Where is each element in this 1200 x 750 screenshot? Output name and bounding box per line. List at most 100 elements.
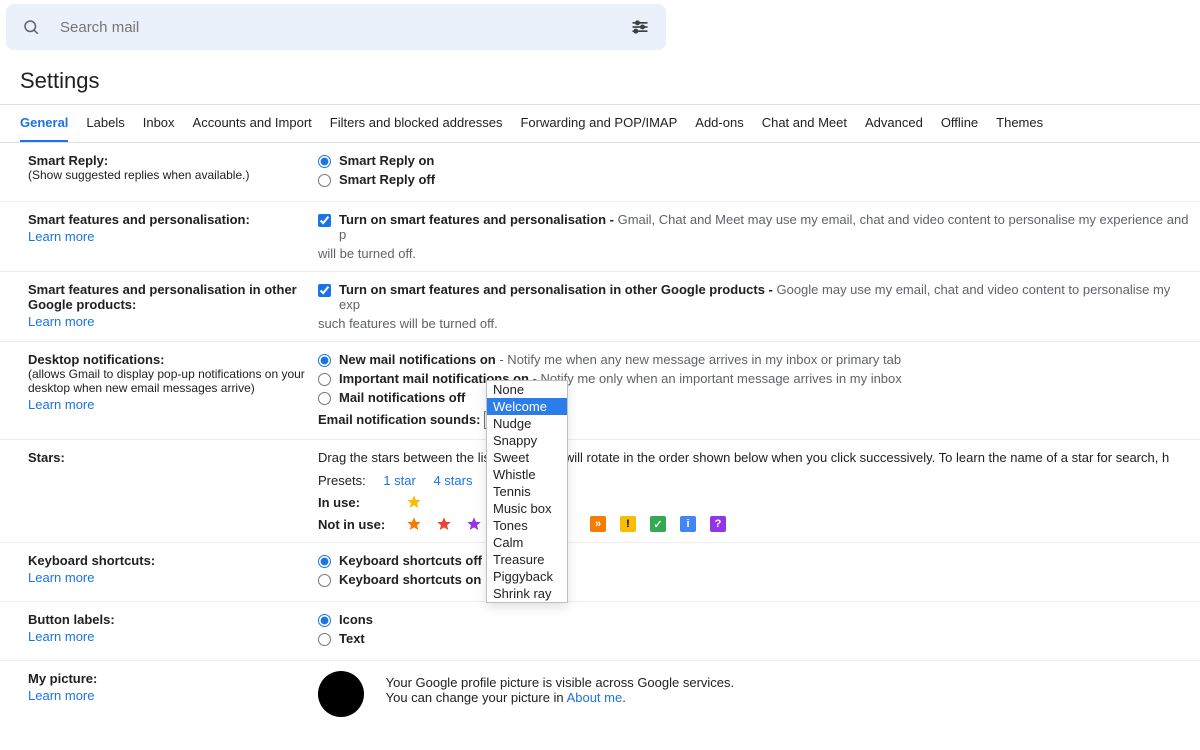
tab-offline[interactable]: Offline: [941, 105, 978, 142]
important-notif-radio[interactable]: [318, 373, 331, 386]
green-check-icon[interactable]: ✓: [650, 516, 666, 532]
tab-forwarding[interactable]: Forwarding and POP/IMAP: [520, 105, 677, 142]
smart-features-checkbox[interactable]: [318, 214, 331, 227]
sound-option[interactable]: Piggyback: [487, 568, 567, 585]
kbshort-on-radio[interactable]: [318, 574, 331, 587]
mypic-dot: .: [622, 690, 626, 705]
sound-option[interactable]: Music box: [487, 500, 567, 517]
tab-accounts[interactable]: Accounts and Import: [193, 105, 312, 142]
preset-4stars[interactable]: 4 stars: [433, 473, 472, 488]
tab-general[interactable]: General: [20, 105, 68, 142]
orange-arrows-icon[interactable]: »: [590, 516, 606, 532]
btnlabels-text-label: Text: [339, 631, 365, 646]
important-notif-tail: - Notify me only when an important messa…: [529, 371, 902, 386]
smart-features-cb-label: Turn on smart features and personalisati…: [339, 212, 618, 227]
star-red-icon[interactable]: [436, 516, 452, 532]
sound-option[interactable]: Shrink ray: [487, 585, 567, 602]
sound-option[interactable]: Tennis: [487, 483, 567, 500]
yellow-bang-icon[interactable]: !: [620, 516, 636, 532]
sound-label: Email notification sounds:: [318, 412, 481, 427]
tab-labels[interactable]: Labels: [86, 105, 124, 142]
btnlabels-text-radio[interactable]: [318, 633, 331, 646]
sound-option[interactable]: Treasure: [487, 551, 567, 568]
avatar[interactable]: [318, 671, 364, 717]
kbshort-off-label: Keyboard shortcuts off: [339, 553, 482, 568]
smart-features-tail2: will be turned off.: [318, 246, 1190, 261]
row-stars: Stars: Drag the stars between the lists.…: [0, 440, 1200, 543]
btnlabels-icons-radio[interactable]: [318, 614, 331, 627]
row-smart-reply: Smart Reply: (Show suggested replies whe…: [0, 143, 1200, 202]
sound-option[interactable]: Whistle: [487, 466, 567, 483]
btnlabels-icons-label: Icons: [339, 612, 373, 627]
mail-notif-off-label: Mail notifications off: [339, 390, 465, 405]
tab-inbox[interactable]: Inbox: [143, 105, 175, 142]
smart-features-other-checkbox[interactable]: [318, 284, 331, 297]
mail-notif-off-radio[interactable]: [318, 392, 331, 405]
smart-features-other-tail2: such features will be turned off.: [318, 316, 1190, 331]
sound-option[interactable]: Sweet: [487, 449, 567, 466]
row-button-labels: Button labels: Learn more Icons Text: [0, 602, 1200, 661]
kbshort-title: Keyboard shortcuts:: [28, 553, 308, 568]
desktop-notif-title: Desktop notifications:: [28, 352, 308, 367]
smart-features-learn[interactable]: Learn more: [28, 229, 94, 244]
sound-option[interactable]: None: [487, 381, 567, 398]
tab-themes[interactable]: Themes: [996, 105, 1043, 142]
sound-option[interactable]: Snappy: [487, 432, 567, 449]
smart-features-other-learn[interactable]: Learn more: [28, 314, 94, 329]
smart-reply-off-label: Smart Reply off: [339, 172, 435, 187]
row-my-picture: My picture: Learn more Your Google profi…: [0, 661, 1200, 730]
star-orange-icon[interactable]: [406, 516, 422, 532]
search-bar[interactable]: [6, 4, 666, 50]
mypic-title: My picture:: [28, 671, 308, 686]
tab-chatmeet[interactable]: Chat and Meet: [762, 105, 847, 142]
search-icon: [22, 18, 40, 36]
stars-desc: Drag the stars between the lists. The st…: [318, 450, 1190, 465]
row-desktop-notifications: Desktop notifications: (allows Gmail to …: [0, 342, 1200, 440]
smart-features-title: Smart features and personalisation:: [28, 212, 308, 227]
desktop-notif-learn[interactable]: Learn more: [28, 397, 94, 412]
blue-info-icon[interactable]: i: [680, 516, 696, 532]
tab-filters[interactable]: Filters and blocked addresses: [330, 105, 503, 142]
smart-reply-sub: (Show suggested replies when available.): [28, 168, 308, 182]
sound-option[interactable]: Calm: [487, 534, 567, 551]
settings-tabs: General Labels Inbox Accounts and Import…: [0, 104, 1200, 143]
inuse-label: In use:: [318, 495, 392, 510]
tab-advanced[interactable]: Advanced: [865, 105, 923, 142]
kbshort-on-label: Keyboard shortcuts on: [339, 572, 481, 587]
kbshort-learn[interactable]: Learn more: [28, 570, 94, 585]
stars-title: Stars:: [28, 450, 308, 465]
smart-reply-on-radio[interactable]: [318, 155, 331, 168]
sound-option[interactable]: Nudge: [487, 415, 567, 432]
mypic-line1: Your Google profile picture is visible a…: [386, 675, 735, 690]
sound-dropdown-open[interactable]: NoneWelcomeNudgeSnappySweetWhistleTennis…: [486, 380, 568, 603]
sound-option[interactable]: Welcome: [487, 398, 567, 415]
new-mail-notif-tail: - Notify me when any new message arrives…: [496, 352, 901, 367]
new-mail-notif-label: New mail notifications on: [339, 352, 496, 367]
presets-label: Presets:: [318, 473, 366, 488]
btnlabels-title: Button labels:: [28, 612, 308, 627]
about-me-link[interactable]: About me: [567, 690, 623, 705]
kbshort-off-radio[interactable]: [318, 555, 331, 568]
row-smart-features: Smart features and personalisation: Lear…: [0, 202, 1200, 272]
purple-question-icon[interactable]: ?: [710, 516, 726, 532]
smart-reply-title: Smart Reply:: [28, 153, 308, 168]
smart-features-other-cb-label: Turn on smart features and personalisati…: [339, 282, 776, 297]
tab-addons[interactable]: Add-ons: [695, 105, 743, 142]
tune-icon[interactable]: [630, 17, 650, 37]
page-title: Settings: [0, 62, 1200, 104]
smart-features-other-title: Smart features and personalisation in ot…: [28, 282, 308, 312]
notinuse-label: Not in use:: [318, 517, 392, 532]
btnlabels-learn[interactable]: Learn more: [28, 629, 94, 644]
star-purple-icon[interactable]: [466, 516, 482, 532]
mypic-line2a: You can change your picture in: [386, 690, 567, 705]
star-yellow-icon[interactable]: [406, 494, 422, 510]
smart-reply-off-radio[interactable]: [318, 174, 331, 187]
smart-reply-on-label: Smart Reply on: [339, 153, 434, 168]
preset-1star[interactable]: 1 star: [383, 473, 416, 488]
new-mail-notif-radio[interactable]: [318, 354, 331, 367]
row-smart-features-other: Smart features and personalisation in ot…: [0, 272, 1200, 342]
mypic-learn[interactable]: Learn more: [28, 688, 94, 703]
search-input[interactable]: [60, 19, 610, 36]
sound-option[interactable]: Tones: [487, 517, 567, 534]
row-keyboard-shortcuts: Keyboard shortcuts: Learn more Keyboard …: [0, 543, 1200, 602]
